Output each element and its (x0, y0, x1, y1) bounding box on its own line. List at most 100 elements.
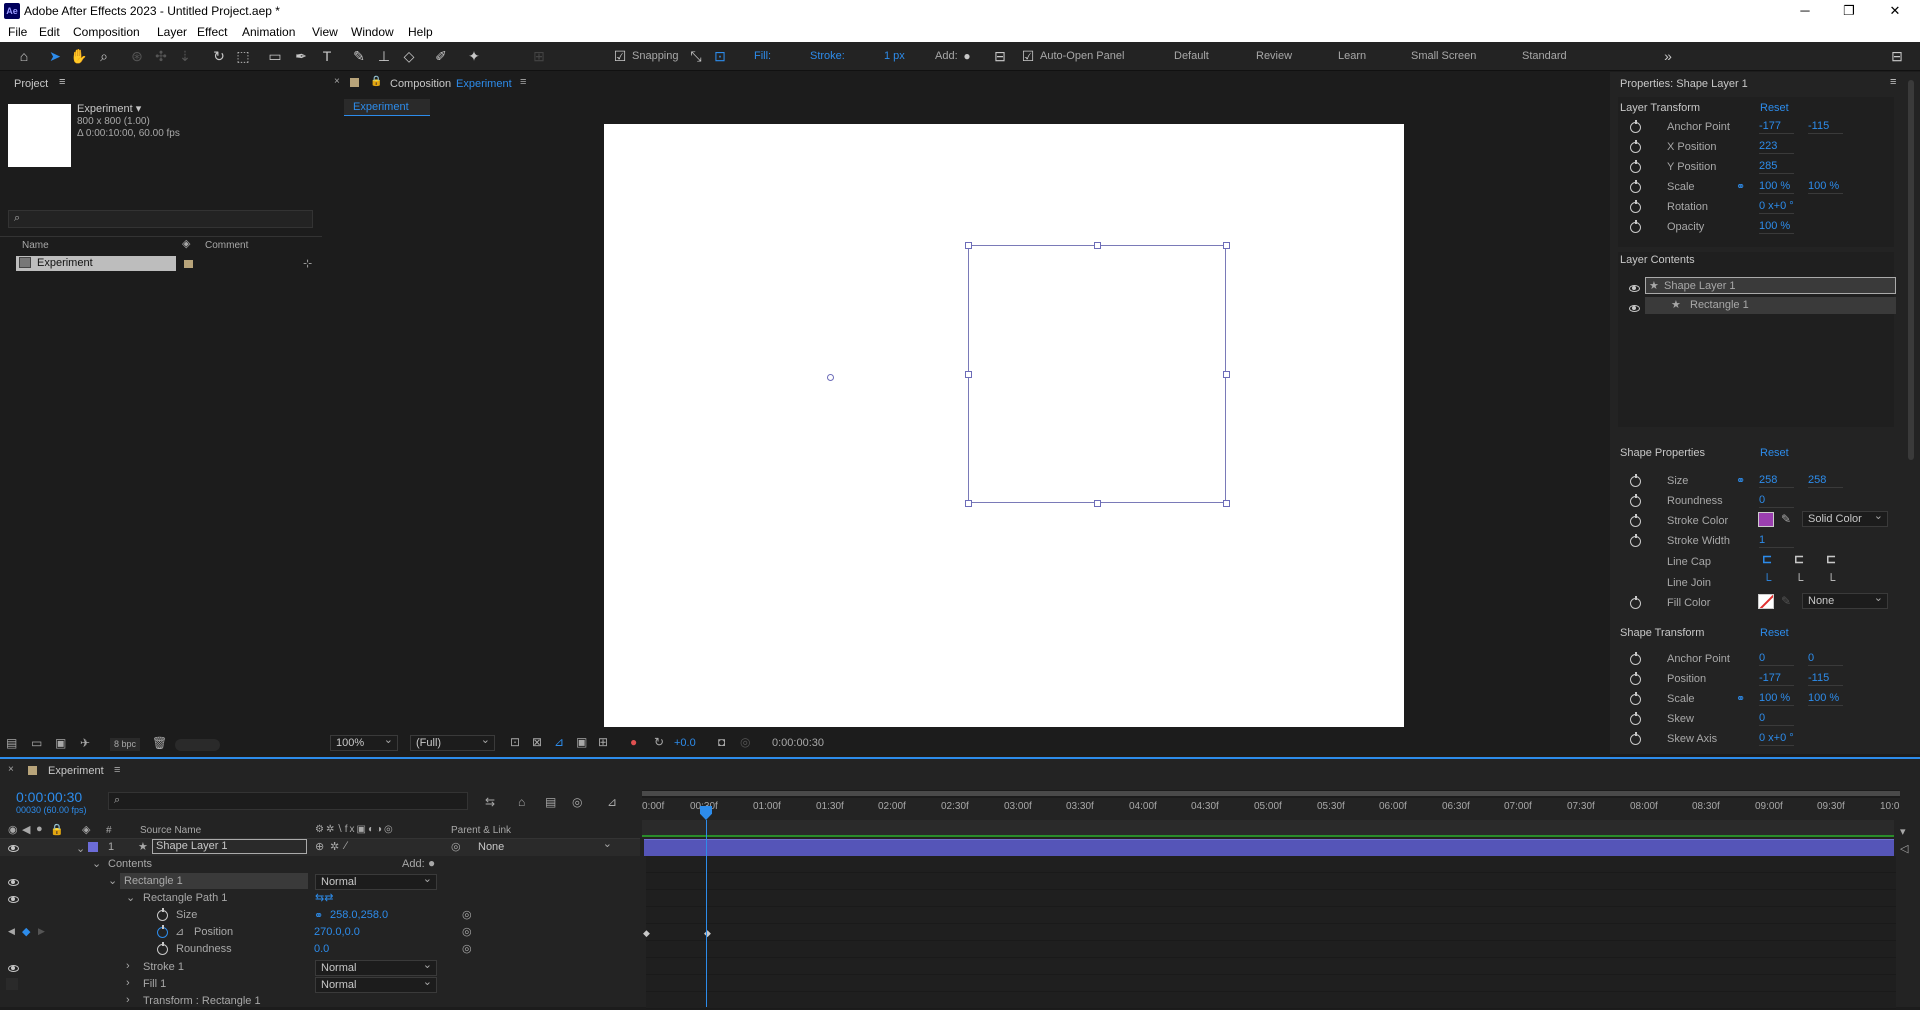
resolution-dropdown[interactable]: (Full) (410, 733, 495, 751)
stroke-width-value[interactable]: 1 px (884, 50, 905, 62)
stopwatch-icon[interactable] (1630, 120, 1641, 133)
close-button[interactable]: ✕ (1880, 2, 1910, 20)
shape-properties-reset[interactable]: Reset (1760, 447, 1789, 459)
stopwatch-icon[interactable] (1630, 514, 1641, 527)
pan-tool-icon[interactable]: ✣ (152, 47, 170, 65)
menu-composition[interactable]: Composition (73, 25, 140, 39)
stroke-blend-mode[interactable]: Normal (315, 958, 437, 976)
round-join-icon[interactable]: └ (1790, 573, 1808, 589)
solo-switch-icon[interactable]: ● (36, 823, 43, 835)
pick-whip-icon[interactable]: ◎ (451, 840, 461, 853)
layer-transform-reset[interactable]: Reset (1760, 102, 1789, 114)
shape-anchor-x[interactable]: 0 (1759, 652, 1794, 666)
keyframe-marker[interactable]: ◆ (643, 928, 650, 939)
menu-window[interactable]: Window (351, 25, 394, 39)
dolly-tool-icon[interactable]: ⇣ (176, 47, 194, 65)
brush-tool-icon[interactable]: ✎ (350, 47, 368, 65)
constrain-proportions-icon[interactable]: ⚭ (314, 909, 323, 922)
workspace-default[interactable]: Default (1174, 50, 1209, 62)
comp-viewer-tab[interactable]: Experiment (344, 99, 430, 116)
region-of-interest-icon[interactable]: ▣ (576, 735, 587, 749)
comp-panel-name[interactable]: Experiment (456, 78, 512, 90)
work-area-bar[interactable] (642, 790, 1900, 798)
flowchart-icon[interactable]: ⊹ (303, 257, 312, 270)
stroke-type-dropdown[interactable]: Solid Color (1802, 509, 1888, 527)
selection-tool-icon[interactable]: ➤ (46, 47, 64, 65)
lock-icon[interactable]: 🔒 (370, 76, 382, 87)
size-row[interactable]: Size ⚭ 258.0,258.0 ◎ (0, 907, 640, 924)
x-position-value[interactable]: 223 (1759, 140, 1794, 154)
expand-arrow-icon[interactable]: › (126, 960, 130, 972)
add-keyframe-icon[interactable]: ◆ (22, 925, 30, 938)
rectangle-row[interactable]: ⌄ Rectangle 1 Normal (0, 872, 640, 890)
expand-arrow-icon[interactable]: › (126, 994, 130, 1006)
stopwatch-icon[interactable] (1630, 712, 1641, 725)
layer-end-icon[interactable]: ◁ (1900, 842, 1908, 855)
scale-x-value[interactable]: 100 % (1759, 180, 1794, 194)
workspace-standard[interactable]: Standard (1522, 50, 1567, 62)
prev-keyframe-icon[interactable]: ◀ (8, 926, 15, 937)
butt-cap-icon[interactable]: ⊏ (1758, 552, 1776, 568)
snap-features-icon[interactable]: ⊡ (712, 47, 728, 65)
draft-3d-icon[interactable]: ⌂ (518, 795, 525, 809)
parent-dropdown[interactable]: None (472, 837, 617, 855)
zoom-tool-icon[interactable]: ⌕ (95, 47, 113, 65)
hand-tool-icon[interactable]: ✋ (70, 47, 88, 65)
menu-help[interactable]: Help (408, 25, 433, 39)
transform-handle-br[interactable] (1223, 500, 1230, 507)
workspace-small-screen[interactable]: Small Screen (1411, 50, 1476, 62)
workspace-overflow-icon[interactable]: » (1660, 47, 1676, 65)
stopwatch-icon[interactable] (1630, 220, 1641, 233)
stopwatch-icon[interactable] (1630, 140, 1641, 153)
transform-handle-tr[interactable] (1223, 242, 1230, 249)
transform-handle-r[interactable] (1223, 371, 1230, 378)
rectangle-blend-mode[interactable]: Normal (315, 872, 437, 890)
menu-file[interactable]: File (8, 25, 27, 39)
work-area-range[interactable] (642, 791, 1900, 796)
roundness-property-value[interactable]: 0.0 (314, 943, 329, 955)
skew-value[interactable]: 0 (1759, 712, 1794, 726)
type-tool-icon[interactable]: T (318, 47, 336, 65)
project-search-input[interactable]: ⌕ (8, 210, 313, 228)
workspace-learn[interactable]: Learn (1338, 50, 1366, 62)
mask-visibility-icon[interactable]: ⊿ (554, 735, 564, 749)
stopwatch-icon[interactable] (157, 942, 168, 955)
opacity-value[interactable]: 100 % (1759, 220, 1794, 234)
y-position-value[interactable]: 285 (1759, 160, 1794, 174)
shape-transform-reset[interactable]: Reset (1760, 627, 1789, 639)
fast-preview-icon[interactable]: ⊡ (510, 735, 520, 749)
frame-blending-icon[interactable]: ▤ (545, 795, 556, 809)
comp-canvas[interactable] (604, 124, 1404, 727)
panel-menu-icon[interactable]: ≡ (59, 76, 65, 88)
constrain-proportions-icon[interactable]: ⚭ (1736, 474, 1745, 487)
comp-mini-flowchart-icon[interactable]: ⇆ (485, 795, 495, 809)
anchor-point-handle[interactable] (825, 372, 836, 383)
menu-effect[interactable]: Effect (197, 25, 227, 39)
transparency-grid-icon[interactable]: ⊠ (532, 735, 542, 749)
fill-blend-mode[interactable]: Normal (315, 975, 437, 993)
new-composition-icon[interactable]: ▣ (55, 736, 66, 750)
pick-whip-icon[interactable]: ◎ (462, 942, 472, 955)
video-switch-icon[interactable]: ◉ (8, 823, 18, 836)
eye-icon[interactable] (1629, 303, 1640, 315)
constrain-proportions-icon[interactable]: ⚭ (1736, 692, 1745, 705)
pick-whip-icon[interactable]: ◎ (462, 908, 472, 921)
close-panel-icon[interactable]: × (8, 764, 14, 775)
comp-timecode[interactable]: 0:00:00:30 (772, 737, 824, 749)
maximize-button[interactable]: ❐ (1834, 2, 1864, 20)
render-queue-icon[interactable]: ✈ (80, 736, 90, 750)
eyedropper-icon[interactable]: ✎ (1781, 594, 1791, 608)
round-cap-icon[interactable]: ⊏ (1790, 552, 1808, 568)
stopwatch-active-icon[interactable] (157, 925, 168, 938)
stopwatch-icon[interactable] (1630, 534, 1641, 547)
rectangle-path-row[interactable]: ⌄ Rectangle Path 1 ⇆⇄ (0, 890, 640, 907)
show-snapshot-icon[interactable]: ◎ (740, 735, 750, 749)
shape-options-icon[interactable]: ⊟ (992, 47, 1008, 65)
stopwatch-icon[interactable] (1630, 732, 1641, 745)
bevel-join-icon[interactable]: └ (1822, 573, 1840, 589)
color-channel-icon[interactable]: ● (630, 735, 637, 749)
label-color-swatch[interactable] (184, 260, 193, 268)
new-folder-icon[interactable]: ▭ (31, 736, 42, 750)
roundness-row[interactable]: Roundness 0.0 ◎ (0, 941, 640, 958)
stopwatch-icon[interactable] (1630, 180, 1641, 193)
